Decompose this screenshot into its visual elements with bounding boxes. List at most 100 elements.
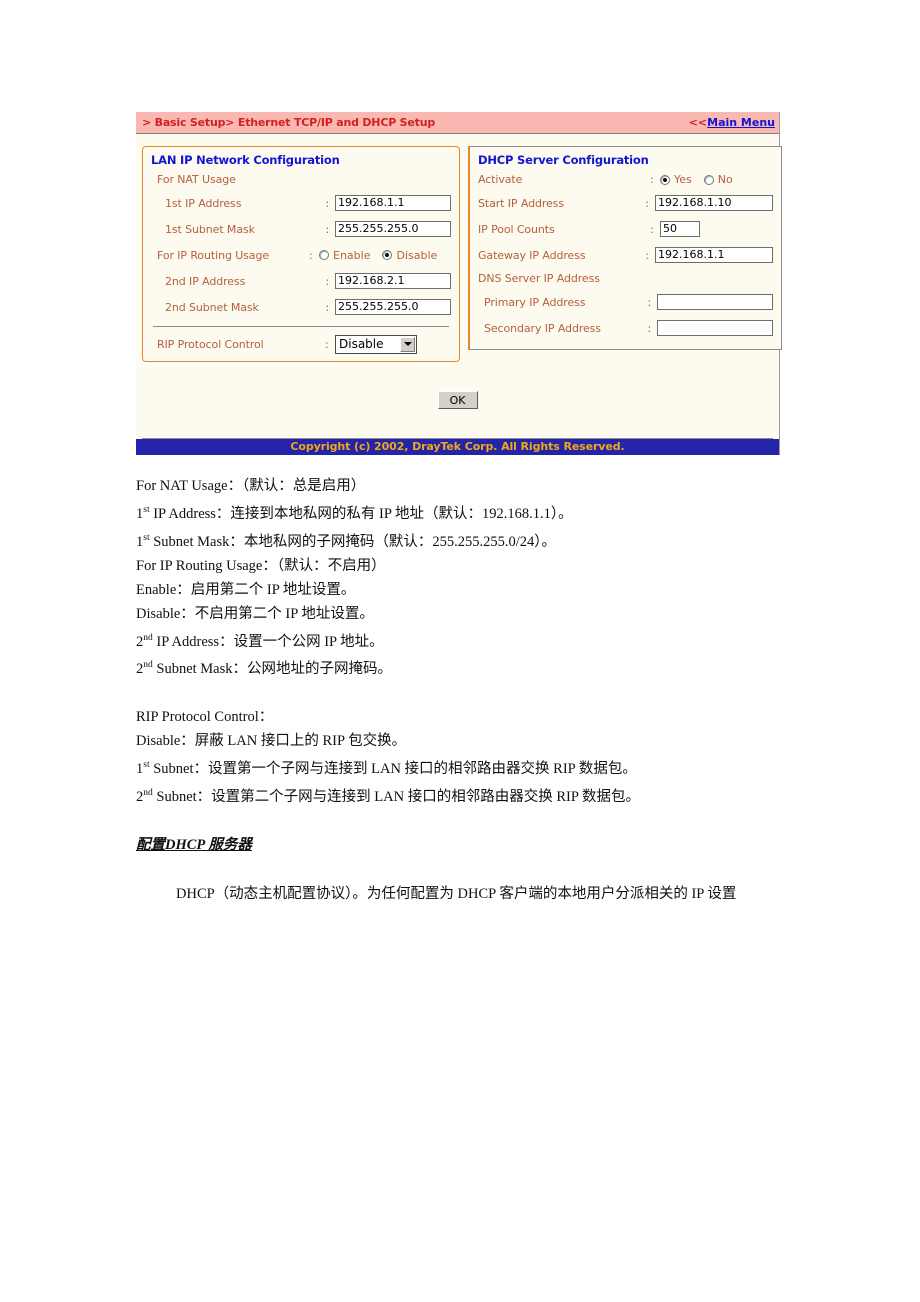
dhcp-panel-title: DHCP Server Configuration [478,153,649,167]
document-line: 2nd Subnet Mask：公网地址的子网掩码。 [136,660,392,678]
chevron-down-icon[interactable] [400,336,415,352]
start-ip-address-input[interactable] [655,195,773,211]
secondary-ip-address-input[interactable] [657,320,773,336]
document-line: RIP Protocol Control： [136,709,274,726]
document-line: For IP Routing Usage：（默认：不启用） [136,557,386,574]
first-subnet-mask-row: 1st Subnet Mask : [151,216,451,242]
document-line: 2nd Subnet：设置第二个子网与连接到 LAN 接口的相邻路由器交换 RI… [136,788,640,805]
routing-enable-radio[interactable] [319,250,329,260]
ok-button[interactable]: OK [437,391,478,409]
breadcrumb: > Basic Setup> Ethernet TCP/IP and DHCP … [142,116,436,129]
document-line: Enable：启用第二个 IP 地址设置。 [136,581,356,598]
first-subnet-mask-label: 1st Subnet Mask [165,222,255,236]
ip-pool-counts-label: IP Pool Counts [478,222,555,236]
first-ip-address-label: 1st IP Address [165,196,242,210]
routing-usage-colon: : [309,248,313,262]
document-line: Disable：屏蔽 LAN 接口上的 RIP 包交换。 [136,733,407,750]
second-subnet-mask-label: 2nd Subnet Mask [165,300,259,314]
second-ip-colon: : [325,274,330,288]
ordinal-suffix: nd [143,660,153,671]
main-menu-link[interactable]: Main Menu [707,116,775,129]
main-menu-link-group[interactable]: <<Main Menu [689,116,775,129]
routing-enable-label: Enable [333,248,371,262]
lan-panel-divider [153,326,449,327]
copyright-bar: Copyright (c) 2002, DrayTek Corp. All Ri… [136,439,779,455]
document-line: 2nd IP Address：设置一个公网 IP 地址。 [136,632,384,650]
gateway-ip-address-label: Gateway IP Address [478,248,586,262]
secondary-ip-address-label: Secondary IP Address [484,321,601,335]
for-nat-usage-label: For NAT Usage [157,173,236,186]
activate-yes-radio[interactable] [660,174,670,185]
second-ip-address-input[interactable] [335,273,451,289]
gateway-colon: : [645,248,649,262]
activate-radio-group[interactable]: Yes No [660,173,741,186]
dns-server-header-row: DNS Server IP Address [478,268,773,289]
rip-protocol-control-label: RIP Protocol Control [157,337,264,351]
start-ip-address-label: Start IP Address [478,196,564,210]
activate-colon: : [650,173,654,186]
ip-pool-counts-row: IP Pool Counts : [478,216,773,242]
section-heading: 配置DHCP 服务器 [136,836,252,853]
gateway-ip-address-row: Gateway IP Address : [478,242,773,268]
first-subnet-colon: : [325,222,330,236]
second-subnet-colon: : [325,300,330,314]
lan-ip-network-configuration-panel: LAN IP Network Configuration For NAT Usa… [142,146,460,362]
activate-label: Activate [478,173,523,186]
rip-colon: : [325,337,329,351]
first-subnet-mask-input[interactable] [335,221,451,237]
document-line: 1st IP Address：连接到本地私网的私有 IP 地址（默认：192.1… [136,505,573,522]
primary-colon: : [647,295,652,309]
second-ip-address-row: 2nd IP Address : [151,268,451,294]
ordinal-suffix: st [143,760,150,771]
ok-button-area: OK [142,362,773,439]
activate-no-label: No [717,173,733,186]
gateway-ip-address-input[interactable] [655,247,773,263]
secondary-ip-address-row: Secondary IP Address : [478,315,773,341]
pool-counts-colon: : [650,222,654,236]
second-subnet-mask-input[interactable] [335,299,451,315]
second-ip-address-label: 2nd IP Address [165,274,246,288]
document-text-body: For NAT Usage：（默认：总是启用） 1st IP Address：连接… [136,474,784,907]
for-ip-routing-usage-label: For IP Routing Usage [157,248,270,262]
lan-panel-title: LAN IP Network Configuration [151,153,340,167]
start-ip-address-row: Start IP Address : [478,190,773,216]
ip-pool-counts-input[interactable] [660,221,700,237]
document-line: Disable：不启用第二个 IP 地址设置。 [136,605,374,622]
ordinal-suffix: st [143,532,150,543]
primary-ip-address-row: Primary IP Address : [478,289,773,315]
document-lines: For NAT Usage：（默认：总是启用） 1st IP Address：连接… [136,474,784,809]
rip-protocol-control-row: RIP Protocol Control : Disable [151,331,451,357]
first-ip-address-input[interactable] [335,195,451,211]
document-line: 1st Subnet：设置第一个子网与连接到 LAN 接口的相邻路由器交换 RI… [136,760,637,778]
ordinal-suffix: nd [143,788,153,799]
ordinal-suffix: nd [143,632,153,643]
ip-routing-usage-row: For IP Routing Usage : Enable Disable [151,242,451,268]
document-line: For NAT Usage：（默认：总是启用） [136,478,366,494]
router-web-ui: > Basic Setup> Ethernet TCP/IP and DHCP … [136,112,782,455]
activate-yes-label: Yes [674,173,692,186]
second-subnet-mask-row: 2nd Subnet Mask : [151,294,451,320]
dhcp-paragraph: DHCP（动态主机配置协议）。为任何配置为 DHCP 客户端的本地用户分派相关的… [176,885,737,902]
ordinal-suffix: st [143,505,150,515]
ip-routing-radio-group[interactable]: Enable Disable [319,249,445,262]
routing-disable-radio[interactable] [382,250,393,260]
activate-no-radio[interactable] [703,174,714,185]
primary-ip-address-input[interactable] [657,294,773,310]
ui-header-bar: > Basic Setup> Ethernet TCP/IP and DHCP … [136,112,779,134]
primary-ip-address-label: Primary IP Address [484,295,586,309]
activate-row: Activate : Yes No [478,169,773,190]
first-ip-colon: : [325,196,330,210]
routing-disable-label: Disable [396,248,438,262]
for-nat-usage-row: For NAT Usage [151,169,451,190]
secondary-colon: : [647,321,652,335]
rip-protocol-control-select[interactable]: Disable [335,334,417,354]
dns-server-ip-address-label: DNS Server IP Address [478,272,600,285]
start-ip-colon: : [645,196,649,210]
panels-row: LAN IP Network Configuration For NAT Usa… [142,146,782,362]
rip-selected-value: Disable [339,337,384,351]
first-ip-address-row: 1st IP Address : [151,190,451,216]
spacer-line-2 [136,857,784,881]
ui-body: LAN IP Network Configuration For NAT Usa… [136,134,782,439]
